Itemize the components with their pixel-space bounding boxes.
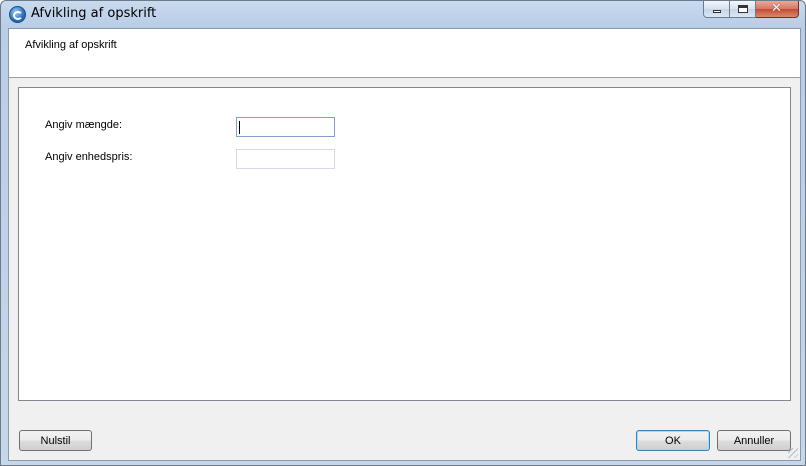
cancel-button-label: Annuller <box>733 434 775 447</box>
dialog-client-area: Afvikling af opskrift Angiv mængde: Angi… <box>8 28 801 461</box>
header-band: Afvikling af opskrift <box>9 29 800 78</box>
minimize-button[interactable] <box>703 1 730 18</box>
title-bar[interactable]: Afvikling af opskrift ✕ <box>1 1 805 27</box>
reset-button[interactable]: Nulstil <box>19 430 92 451</box>
close-icon: ✕ <box>771 1 782 16</box>
resize-grip[interactable] <box>788 448 798 458</box>
window-title: Afvikling af opskrift <box>31 6 157 21</box>
reset-button-label: Nulstil <box>40 434 71 447</box>
form-panel: Angiv mængde: Angiv enhedspris: <box>18 87 791 401</box>
unit-price-label: Angiv enhedspris: <box>45 151 133 163</box>
app-logo-icon <box>9 6 26 23</box>
caption-buttons: ✕ <box>703 1 799 19</box>
dialog-window: Afvikling af opskrift ✕ Afvikling af ops… <box>0 0 806 466</box>
close-button[interactable]: ✕ <box>756 1 799 18</box>
unit-price-input[interactable] <box>236 149 335 169</box>
quantity-label: Angiv mængde: <box>45 119 123 131</box>
page-title: Afvikling af opskrift <box>25 39 117 51</box>
quantity-input[interactable] <box>236 117 335 137</box>
ok-button[interactable]: OK <box>636 430 710 451</box>
maximize-button[interactable] <box>730 1 756 18</box>
text-caret <box>239 121 240 134</box>
ok-button-label: OK <box>665 434 681 447</box>
cancel-button[interactable]: Annuller <box>717 430 791 451</box>
